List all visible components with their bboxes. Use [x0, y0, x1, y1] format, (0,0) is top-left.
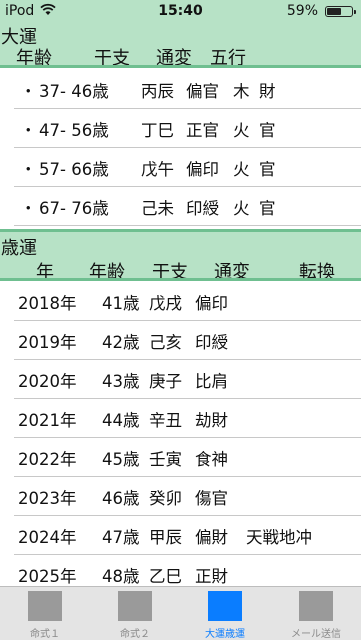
- row-kind: 官: [259, 121, 276, 140]
- row-bullet: ・: [20, 121, 37, 140]
- tab-1[interactable]: 命式１: [0, 587, 90, 641]
- row-tenkan: 天戦地冲: [246, 528, 312, 547]
- row-tsuhen: 偏印: [186, 160, 219, 179]
- row-tsuhen: 傷官: [195, 489, 228, 508]
- row-tsuhen: 正財: [195, 567, 228, 586]
- row-kanshi: 癸卯: [149, 489, 182, 508]
- list-item[interactable]: 2021年 44歳 辛丑 劫財: [14, 398, 361, 438]
- square-icon: [208, 591, 242, 621]
- row-year: 2025年: [18, 567, 77, 586]
- row-bullet: ・: [20, 160, 37, 179]
- row-kanshi: 壬寅: [149, 450, 182, 469]
- row-tsuhen: 偏財: [195, 528, 228, 547]
- row-kind: 財: [259, 82, 276, 101]
- row-age: 45歳: [102, 450, 140, 469]
- battery-icon: [325, 6, 356, 17]
- row-gogyo: 木: [233, 82, 250, 101]
- row-gogyo: 火: [233, 121, 250, 140]
- row-year: 2019年: [18, 333, 77, 352]
- row-age: 57- 66歳: [39, 160, 109, 179]
- square-icon: [299, 591, 333, 621]
- row-age: 48歳: [102, 567, 140, 586]
- row-bullet: ・: [20, 82, 37, 101]
- square-icon: [28, 591, 62, 621]
- row-age: 42歳: [102, 333, 140, 352]
- list-item[interactable]: 2024年 47歳 甲辰 偏財 天戦地冲: [14, 515, 361, 555]
- row-kanshi: 己未: [141, 199, 174, 218]
- row-bullet: ・: [20, 199, 37, 218]
- row-kanshi: 丙辰: [141, 82, 174, 101]
- row-tsuhen: 印綬: [195, 333, 228, 352]
- row-kanshi: 甲辰: [149, 528, 182, 547]
- row-year: 2021年: [18, 411, 77, 430]
- row-age: 67- 76歳: [39, 199, 109, 218]
- row-tsuhen: 偏印: [195, 294, 228, 313]
- tab-3[interactable]: 大運歳運: [180, 587, 270, 641]
- row-age: 37- 46歳: [39, 82, 109, 101]
- row-tsuhen: 印綬: [186, 199, 219, 218]
- list-item[interactable]: ・ 37- 46歳 丙辰 偏官木財: [14, 69, 361, 109]
- row-year: 2018年: [18, 294, 77, 313]
- row-kind: 官: [259, 199, 276, 218]
- list-item[interactable]: 2020年 43歳 庚子 比肩: [14, 359, 361, 399]
- list-item[interactable]: ・ 67- 76歳 己未 印綬火官: [14, 186, 361, 226]
- tab-label: メール送信: [291, 629, 341, 640]
- row-age: 41歳: [102, 294, 140, 313]
- row-year: 2024年: [18, 528, 77, 547]
- list-item[interactable]: ・ 47- 56歳 丁巳 正官火官: [14, 108, 361, 148]
- row-tsuhen: 偏官: [186, 82, 219, 101]
- list-item[interactable]: ・ 57- 66歳 戊午 偏印火官: [14, 147, 361, 187]
- row-kanshi: 乙巳: [149, 567, 182, 586]
- row-age: 43歳: [102, 372, 140, 391]
- row-gogyo: 火: [233, 160, 250, 179]
- tab-4[interactable]: メール送信: [271, 587, 361, 641]
- tab-label: 大運歳運: [205, 629, 245, 640]
- row-tsuhen: 比肩: [195, 372, 228, 391]
- list-item[interactable]: 2023年 46歳 癸卯 傷官: [14, 476, 361, 516]
- tab-2[interactable]: 命式２: [90, 587, 180, 641]
- row-kind: 官: [259, 160, 276, 179]
- list-item[interactable]: 2018年 41歳 戊戌 偏印: [14, 281, 361, 321]
- row-age: 47歳: [102, 528, 140, 547]
- row-tsuhen: 正官: [186, 121, 219, 140]
- tab-label: 命式２: [120, 629, 150, 640]
- tab-label: 命式１: [30, 629, 60, 640]
- status-bar: iPod 15:40 59%: [0, 0, 361, 22]
- row-year: 2023年: [18, 489, 77, 508]
- row-kanshi: 戊戌: [149, 294, 182, 313]
- row-kanshi: 辛丑: [149, 411, 182, 430]
- battery-percent: 59%: [286, 3, 318, 19]
- list-item[interactable]: 2019年 42歳 己亥 印綬: [14, 320, 361, 360]
- saiun-title: 歳運: [1, 238, 37, 259]
- row-gogyo: 火: [233, 199, 250, 218]
- row-kanshi: 丁巳: [141, 121, 174, 140]
- row-kanshi: 庚子: [149, 372, 182, 391]
- row-age: 46歳: [102, 489, 140, 508]
- row-year: 2022年: [18, 450, 77, 469]
- row-age: 44歳: [102, 411, 140, 430]
- square-icon: [118, 591, 152, 621]
- row-age: 47- 56歳: [39, 121, 109, 140]
- list-item[interactable]: 2022年 45歳 壬寅 食神: [14, 437, 361, 477]
- saiun-header: 歳運 年 年齢 干支 通変 転換: [0, 229, 361, 283]
- row-tsuhen: 食神: [195, 450, 228, 469]
- row-tsuhen: 劫財: [195, 411, 228, 430]
- tab-bar: 命式１ 命式２ 大運歳運 メール送信: [0, 586, 361, 640]
- row-kanshi: 戊午: [141, 160, 174, 179]
- row-year: 2020年: [18, 372, 77, 391]
- row-kanshi: 己亥: [149, 333, 182, 352]
- taiun-header: 大運 年齢 干支 通変 五行: [0, 22, 361, 69]
